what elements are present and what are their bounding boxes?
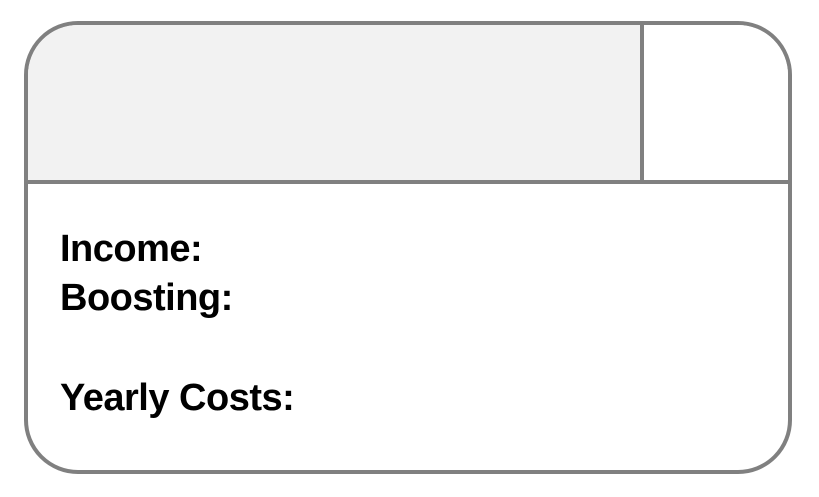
- yearly-costs-label: Yearly Costs:: [60, 377, 295, 419]
- boosting-label: Boosting:: [60, 277, 233, 319]
- card-title-area: [28, 25, 644, 180]
- card-corner-box: [644, 25, 788, 180]
- card-header: [28, 25, 788, 184]
- income-label: Income:: [60, 228, 203, 270]
- stats-gap: [60, 323, 294, 374]
- card: Income: Boosting: Yearly Costs:: [24, 21, 792, 474]
- card-stats: Income: Boosting: Yearly Costs:: [60, 225, 295, 423]
